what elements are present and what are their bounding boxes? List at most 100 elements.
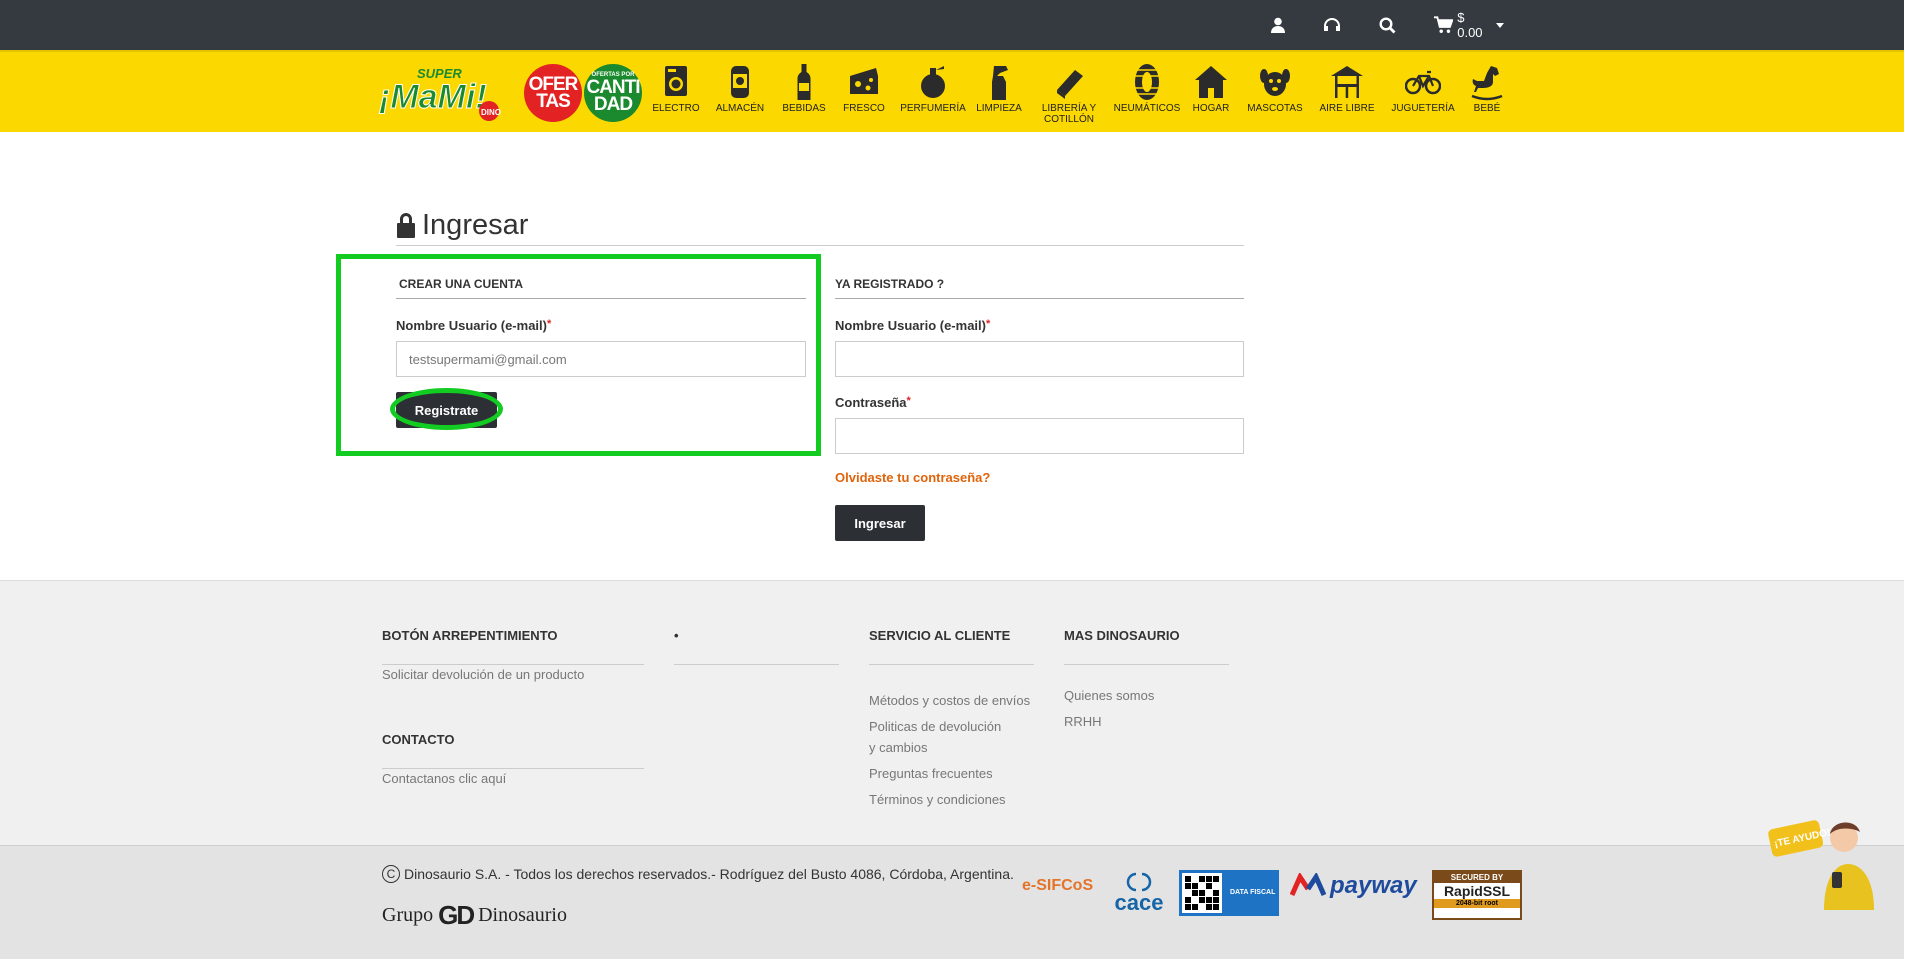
cace-logo[interactable]: cace [1110,871,1168,915]
footer-heading-contacto: CONTACTO [382,732,455,747]
required-mark: * [985,318,991,330]
cace-text: cace [1114,890,1164,915]
grupo-right: Dinosaurio [478,904,567,926]
category-aire-libre[interactable]: AIRE LIBRE [1312,62,1382,114]
spray-icon [992,66,1008,100]
page-title: Ingresar [422,208,529,241]
register-divider [396,298,806,299]
category-fresco[interactable]: FRESCO [829,62,899,114]
category-label: ELECTRO [652,103,700,114]
user-icon[interactable] [1266,12,1290,38]
category-mascotas[interactable]: MASCOTAS [1240,62,1310,114]
search-icon[interactable] [1374,12,1400,38]
grupo-dinosaurio-logo: Grupo GD Dinosaurio [382,900,567,931]
category-hogar[interactable]: HOGAR [1176,62,1246,114]
register-heading: CREAR UNA CUENTA [399,277,523,291]
category-electro[interactable]: ELECTRO [641,62,711,114]
qr-code [1182,873,1222,913]
cart-amount: $ 0.00 [1457,10,1483,40]
footer-link-quienes-somos[interactable]: Quienes somos [1064,685,1154,706]
super-mami-logo[interactable]: SUPER ¡MaMi! DINO [377,64,515,122]
category-label: AIRE LIBRE [1319,103,1375,114]
register-email-input[interactable] [396,341,806,377]
rapidssl-bot: 2048-bit root [1434,899,1520,908]
category-label: BEBÉ [1473,103,1501,114]
bicycle-icon [1405,70,1441,95]
can-icon [731,66,749,98]
esifcos-logo[interactable]: e-SIFCoS [1022,877,1093,895]
category-label: LIMPIEZA [976,103,1022,114]
lock-icon [397,213,415,238]
dog-icon [1260,69,1290,96]
chevron-down-icon [1496,22,1504,28]
chat-assistant[interactable]: ¡TE AYUDO! [1768,810,1878,910]
category-bar: SUPER ¡MaMi! DINO OFER TAS OFERTAS POR C… [0,50,1904,132]
rapidssl-seal[interactable]: SECURED BY RapidSSL 2048-bit root [1432,870,1522,920]
top-bar: $ 0.00 [0,0,1904,50]
footer-link-contacto[interactable]: Contactanos clic aquí [382,768,506,789]
category-label: ALMACÉN [715,103,765,114]
grupo-left: Grupo [382,904,434,926]
page-title-row: Ingresar [396,205,1244,246]
login-password-label: Contraseña* [835,395,911,410]
category-libreria[interactable]: LIBRERÍA Y COTILLÓN [1034,62,1104,125]
footer-heading-servicio: SERVICIO AL CLIENTE [869,628,1011,643]
login-button[interactable]: Ingresar [835,505,925,541]
forgot-password-link[interactable]: Olvidaste tu contraseña? [835,470,990,485]
footer-link-devolucion[interactable]: Solicitar devolución de un producto [382,664,584,685]
bottle-icon [797,64,811,100]
footer: BOTÓN ARREPENTIMIENTO Solicitar devoluci… [0,580,1904,845]
cart-icon [1434,16,1454,33]
login-heading: YA REGISTRADO ? [835,277,945,291]
category-label: HOGAR [1192,103,1230,114]
ofertas-badge[interactable]: OFER TAS [524,64,582,122]
book-icon [1057,70,1083,99]
required-mark: * [906,395,911,407]
login-email-label-text: Nombre Usuario (e-mail) [835,318,986,333]
login-email-input[interactable] [835,341,1244,377]
footer-divider [869,664,1034,665]
cart-button[interactable]: $ 0.00 [1434,10,1504,40]
category-almacen[interactable]: ALMACÉN [705,62,775,114]
category-perfumeria[interactable]: PERFUMERÍA [898,62,968,114]
category-label: MASCOTAS [1247,103,1303,114]
category-neumaticos[interactable]: NEUMÁTICOS [1112,62,1182,114]
payway-logo[interactable]: payway [1290,872,1417,900]
rapidssl-top: SECURED BY [1434,872,1520,883]
data-fiscal-qr[interactable]: DATA FISCAL [1179,870,1279,916]
footer-link-rrhh[interactable]: RRHH [1064,711,1102,732]
login-divider [835,298,1244,299]
bottom-bar: C Dinosaurio S.A. - Todos los derechos r… [0,845,1904,959]
category-jugueteria[interactable]: JUGUETERÍA [1388,62,1458,114]
category-label: PERFUMERÍA [900,103,966,114]
gd-mark: GD [438,900,475,930]
cantidad-line2: DAD [593,93,633,115]
rapidssl-mid: RapidSSL [1443,883,1511,899]
payway-text: payway [1330,872,1417,899]
category-bebe[interactable]: BEBÉ [1452,62,1522,114]
copyright: C Dinosaurio S.A. - Todos los derechos r… [382,865,1014,883]
data-fiscal-text: DATA FISCAL [1230,889,1276,896]
category-label: NEUMÁTICOS [1113,103,1181,114]
footer-link-envios[interactable]: Métodos y costos de envíos [869,690,1030,711]
footer-divider [1064,664,1229,665]
copyright-text: Dinosaurio S.A. - Todos los derechos res… [404,866,1014,882]
cheese-icon [850,68,878,94]
login-password-input[interactable] [835,418,1244,454]
category-label: LIBRERÍA Y COTILLÓN [1041,103,1097,125]
category-limpieza[interactable]: LIMPIEZA [964,62,1034,114]
login-email-label: Nombre Usuario (e-mail)* [835,318,990,333]
ofertas-line2: TAS [536,91,571,112]
login-password-label-text: Contraseña [835,395,907,410]
footer-heading-mas-dinosaurio: MAS DINOSAURIO [1064,628,1180,643]
highlight-oval [390,388,503,430]
footer-heading-arrepentimiento: BOTÓN ARREPENTIMIENTO [382,628,558,643]
footer-link-terminos[interactable]: Términos y condiciones [869,789,1006,810]
register-email-label: Nombre Usuario (e-mail)* [396,318,551,333]
footer-link-politicas[interactable]: Politicas de devolución y cambios [869,716,1009,758]
cantidad-badge[interactable]: OFERTAS POR CANTI DAD [584,64,642,122]
gazebo-icon [1331,66,1363,98]
register-email-label-text: Nombre Usuario (e-mail) [396,318,547,333]
headphones-icon[interactable] [1319,12,1345,38]
footer-link-preguntas[interactable]: Preguntas frecuentes [869,763,993,784]
